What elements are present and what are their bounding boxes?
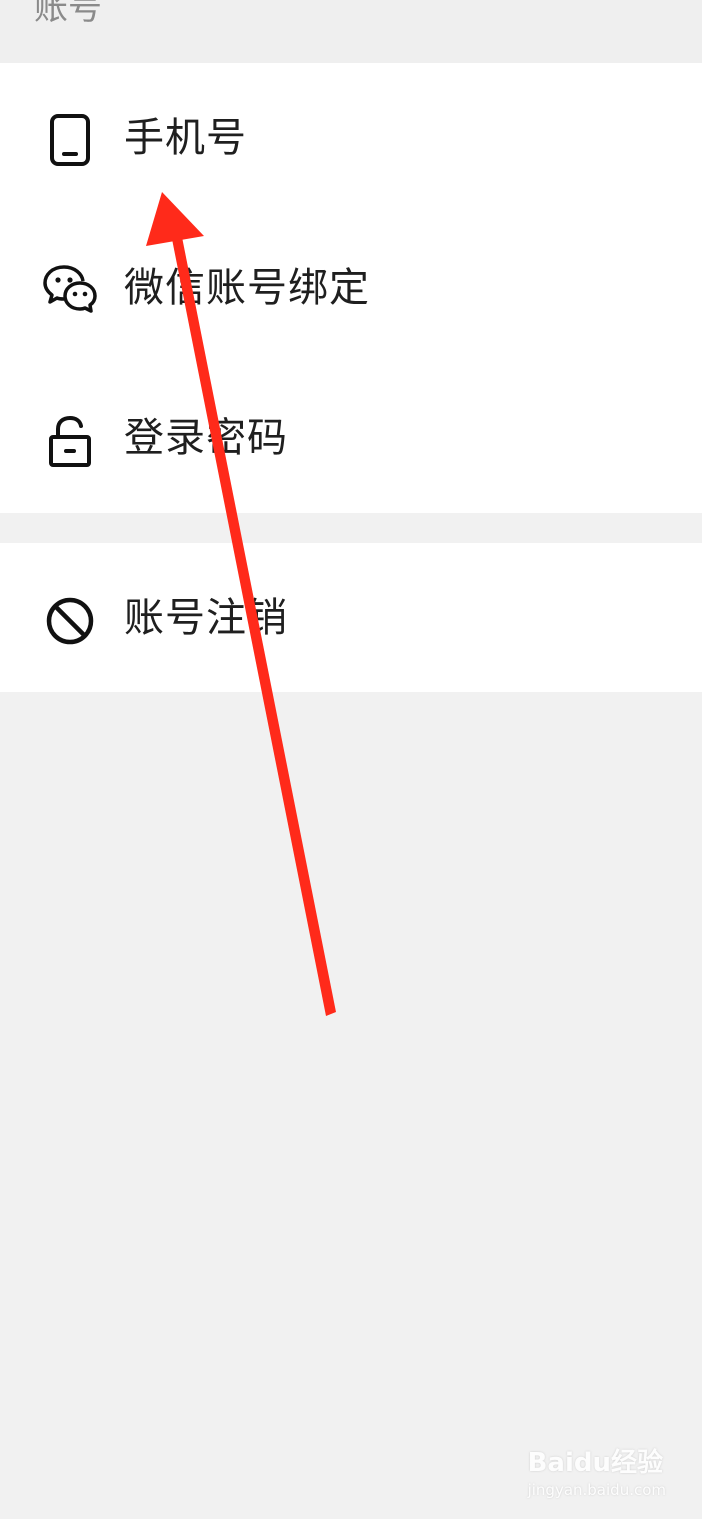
- watermark-sub: jingyan.baidu.com: [527, 1481, 666, 1499]
- watermark-main: Baidu经验: [527, 1448, 663, 1478]
- section-title: 账号: [34, 0, 102, 28]
- wechat-binding-label: 微信账号绑定: [124, 265, 370, 311]
- account-deletion-group: 账号注销: [0, 543, 702, 692]
- wechat-binding-row[interactable]: 微信账号绑定: [0, 213, 702, 363]
- account-deletion-row[interactable]: 账号注销: [0, 543, 702, 692]
- baidu-watermark: Baidu经验 jingyan.baidu.com: [528, 1442, 666, 1499]
- phone-number-label: 手机号: [124, 115, 247, 161]
- wechat-icon: [43, 265, 97, 313]
- login-password-row[interactable]: 登录密码: [0, 363, 702, 513]
- account-deletion-label: 账号注销: [124, 595, 288, 641]
- account-settings-group: 手机号 微信账号绑定 登录密码: [0, 63, 702, 513]
- unlock-icon: [49, 415, 91, 467]
- phone-icon: [50, 114, 90, 166]
- prohibited-icon: [46, 597, 94, 645]
- login-password-label: 登录密码: [124, 415, 288, 461]
- section-header: 账号: [0, 0, 702, 63]
- phone-number-row[interactable]: 手机号: [0, 63, 702, 213]
